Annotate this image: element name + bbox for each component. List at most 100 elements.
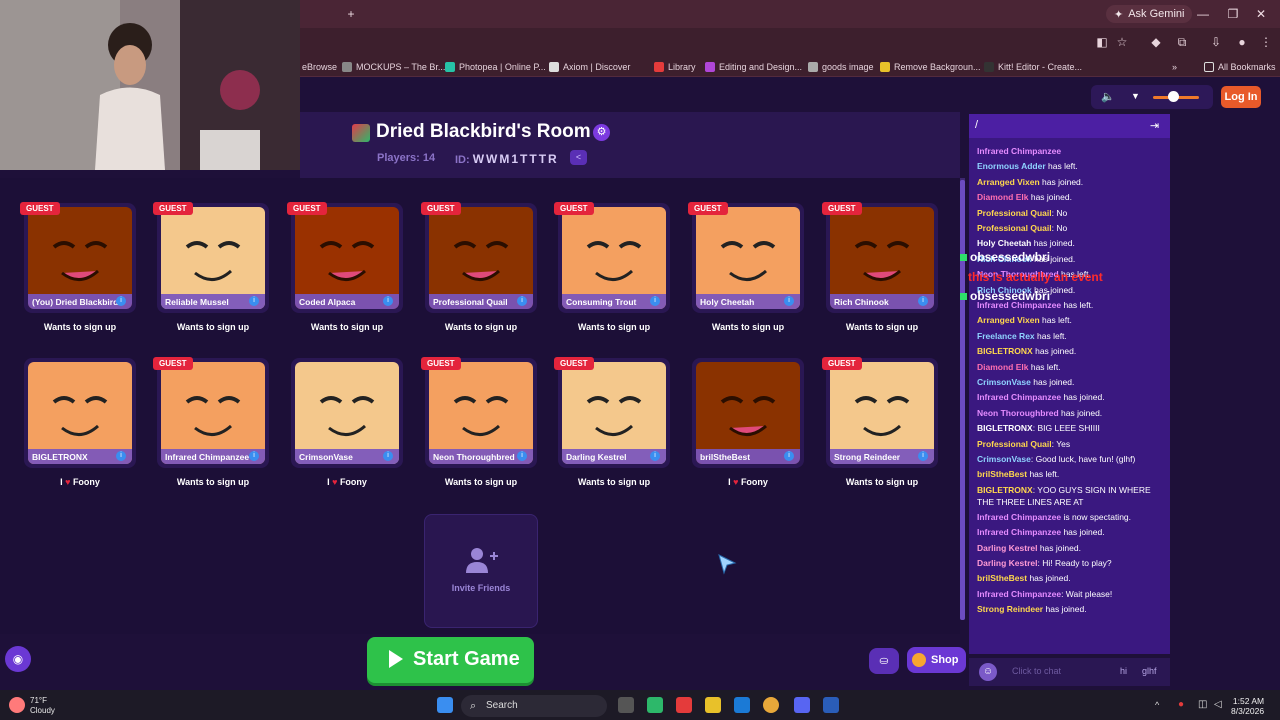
close-window-button[interactable]: ✕ <box>1250 6 1272 22</box>
bookmark-item[interactable]: Remove Backgroun... <box>880 60 981 74</box>
chevron-down-icon[interactable]: ▼ <box>1131 91 1140 101</box>
bookmark-item[interactable]: goods image <box>808 60 874 74</box>
chat-username[interactable]: brilStheBest <box>977 469 1027 479</box>
info-icon[interactable]: i <box>784 296 794 306</box>
chat-username[interactable]: Diamond Elk <box>977 362 1028 372</box>
ask-gemini-button[interactable]: ✦ Ask Gemini <box>1106 5 1193 23</box>
app-icon[interactable] <box>823 697 839 713</box>
chat-username[interactable]: Infrared Chimpanzee <box>977 392 1061 402</box>
chat-username[interactable]: Strong Reindeer <box>977 604 1043 614</box>
browser-menu-icon[interactable]: ⋮ <box>1258 34 1274 50</box>
chat-username[interactable]: Enormous Adder <box>977 161 1046 171</box>
bookmark-item[interactable]: eBrowse <box>302 60 337 74</box>
bookmark-item[interactable]: Axiom | Discover <box>549 60 630 74</box>
downloads-icon[interactable]: ⇩ <box>1208 34 1224 50</box>
info-icon[interactable]: i <box>116 296 126 306</box>
chat-username[interactable]: Infrared Chimpanzee <box>977 146 1061 156</box>
info-icon[interactable]: i <box>116 451 126 461</box>
chat-username[interactable]: Darling Kestrel <box>977 558 1037 568</box>
player-card[interactable]: brilStheBest i <box>692 358 804 468</box>
chat-username[interactable]: Diamond Elk <box>977 192 1028 202</box>
weather-widget[interactable]: 71°F Cloudy <box>30 696 55 716</box>
maximize-window-button[interactable]: ❐ <box>1222 6 1244 22</box>
chat-username[interactable]: Infrared Chimpanzee <box>977 589 1061 599</box>
chat-username[interactable]: BIGLETRONX <box>977 423 1033 433</box>
scrollbar-thumb[interactable] <box>960 180 965 620</box>
info-icon[interactable]: i <box>517 451 527 461</box>
bookmark-item[interactable]: Photopea | Online P... <box>445 60 546 74</box>
info-icon[interactable]: i <box>650 296 660 306</box>
player-card[interactable]: Strong Reindeer i GUEST <box>822 357 938 468</box>
chat-username[interactable]: Holy Cheetah <box>977 238 1031 248</box>
player-card[interactable]: Coded Alpaca i GUEST <box>287 202 403 313</box>
extension-icon[interactable]: ◆ <box>1148 34 1164 50</box>
player-card[interactable]: Rich Chinook i GUEST <box>822 202 938 313</box>
mail-icon[interactable] <box>734 697 750 713</box>
all-bookmarks-button[interactable]: All Bookmarks <box>1204 60 1276 74</box>
chat-username[interactable]: Professional Quail <box>977 439 1052 449</box>
quick-chat-glhf-button[interactable]: glhf <box>1142 666 1157 676</box>
extensions-puzzle-icon[interactable]: ⧉ <box>1174 34 1190 50</box>
collapse-chat-icon[interactable]: ⇥ <box>1150 119 1159 132</box>
spectate-eye-icon[interactable]: ◉ <box>5 646 31 672</box>
inventory-icon[interactable]: ⛀ <box>869 648 899 674</box>
room-settings-gear-icon[interactable]: ⚙ <box>593 124 610 141</box>
discord-icon[interactable] <box>794 697 810 713</box>
taskbar-search[interactable]: Search <box>461 695 607 717</box>
chat-username[interactable]: CrimsonVase <box>977 454 1031 464</box>
bookmark-star-icon[interactable]: ☆ <box>1114 34 1130 50</box>
new-tab-button[interactable]: + <box>340 6 362 22</box>
bookmarks-overflow-icon[interactable]: » <box>1172 60 1177 74</box>
app-icon[interactable] <box>647 697 663 713</box>
info-icon[interactable]: i <box>784 451 794 461</box>
emoji-icon[interactable]: ☺ <box>979 663 997 681</box>
speaker-icon[interactable]: 🔈 <box>1101 90 1115 103</box>
volume-slider-handle[interactable] <box>1168 91 1179 102</box>
profile-avatar-icon[interactable]: ● <box>1234 34 1250 50</box>
quick-chat-hi-button[interactable]: hi <box>1120 666 1127 676</box>
player-card[interactable]: Neon Thoroughbred i GUEST <box>421 357 537 468</box>
task-view-icon[interactable] <box>618 697 634 713</box>
player-card[interactable]: Reliable Mussel i GUEST <box>153 202 269 313</box>
chat-username[interactable]: Professional Quail <box>977 223 1052 233</box>
chat-username[interactable]: BIGLETRONX <box>977 485 1033 495</box>
player-card[interactable]: Infrared Chimpanzee i GUEST <box>153 357 269 468</box>
bookmark-item[interactable]: Library <box>654 60 696 74</box>
player-card[interactable]: Darling Kestrel i GUEST <box>554 357 670 468</box>
player-card[interactable]: (You) Dried Blackbird i GUEST <box>20 202 136 313</box>
system-clock[interactable]: 1:52 AM 8/3/2026 <box>1231 696 1264 716</box>
chat-username[interactable]: Freelance Rex <box>977 331 1035 341</box>
player-card[interactable]: CrimsonVase i <box>291 358 403 468</box>
chat-username[interactable]: brilStheBest <box>977 573 1027 583</box>
youtube-icon[interactable] <box>676 697 692 713</box>
file-explorer-icon[interactable] <box>705 697 721 713</box>
info-icon[interactable]: i <box>383 451 393 461</box>
network-icon[interactable]: ◫ <box>1198 699 1207 710</box>
chat-username[interactable]: Infrared Chimpanzee <box>977 527 1061 537</box>
chat-username[interactable]: Professional Quail <box>977 208 1052 218</box>
chat-username[interactable]: Arranged Vixen <box>977 177 1040 187</box>
info-icon[interactable]: i <box>517 296 527 306</box>
info-icon[interactable]: i <box>249 451 259 461</box>
share-icon[interactable]: < <box>570 150 587 165</box>
bookmark-item[interactable]: Editing and Design... <box>705 60 802 74</box>
minimize-window-button[interactable]: — <box>1192 6 1214 22</box>
start-menu-icon[interactable] <box>437 697 453 713</box>
tray-overflow-icon[interactable]: ^ <box>1155 700 1159 710</box>
player-card[interactable]: Holy Cheetah i GUEST <box>688 202 804 313</box>
player-card[interactable]: Consuming Trout i GUEST <box>554 202 670 313</box>
chat-username[interactable]: Darling Kestrel <box>977 543 1037 553</box>
info-icon[interactable]: i <box>650 451 660 461</box>
info-icon[interactable]: i <box>249 296 259 306</box>
chrome-icon[interactable] <box>763 697 779 713</box>
log-in-button[interactable]: Log In <box>1221 86 1261 108</box>
chat-username[interactable]: CrimsonVase <box>977 377 1031 387</box>
microphone-icon[interactable]: ● <box>1178 699 1184 710</box>
chat-username[interactable]: Infrared Chimpanzee <box>977 512 1061 522</box>
extension-icon[interactable]: ◧ <box>1094 34 1110 50</box>
chat-username[interactable]: BIGLETRONX <box>977 346 1033 356</box>
bookmark-item[interactable]: Kitt! Editor - Create... <box>984 60 1082 74</box>
chat-username[interactable]: Neon Thoroughbred <box>977 408 1059 418</box>
player-card[interactable]: Professional Quail i GUEST <box>421 202 537 313</box>
info-icon[interactable]: i <box>918 296 928 306</box>
